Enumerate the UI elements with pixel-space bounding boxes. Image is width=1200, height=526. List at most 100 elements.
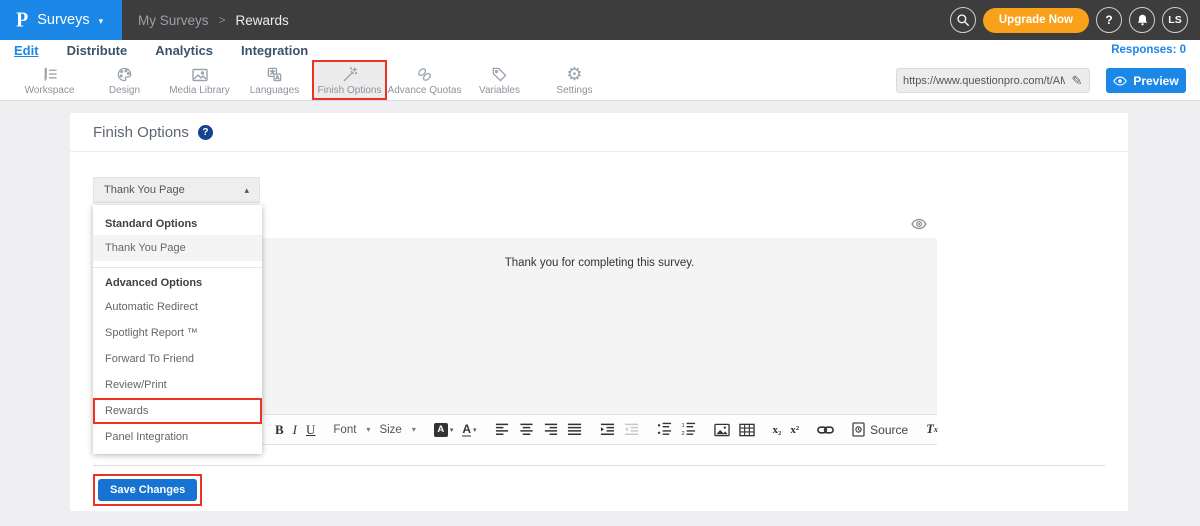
align-left-button[interactable] — [495, 422, 510, 437]
breadcrumb-separator-icon: > — [219, 13, 226, 27]
numbered-list-button[interactable]: 12 — [681, 422, 696, 437]
eye-icon — [1113, 76, 1127, 86]
ribbon-label: Languages — [250, 85, 300, 96]
help-button[interactable]: ? — [1096, 7, 1122, 33]
search-icon — [956, 13, 970, 27]
edit-url-pencil-icon[interactable]: ✎ — [1065, 73, 1089, 89]
ribbon-items: Workspace Design Media Library Languages — [12, 60, 612, 100]
text-color-button[interactable]: A▾ — [462, 423, 476, 437]
ribbon-item-advance-quotas[interactable]: Advance Quotas — [387, 60, 462, 100]
dropdown-item-automatic-redirect[interactable]: Automatic Redirect — [93, 294, 262, 320]
avatar[interactable]: LS — [1162, 7, 1188, 33]
superscript-button[interactable]: x² — [790, 424, 799, 436]
chevron-down-icon: ▾ — [412, 425, 416, 434]
svg-text:1: 1 — [681, 423, 684, 429]
insert-link-button[interactable] — [817, 424, 834, 436]
tab-integration[interactable]: Integration — [241, 43, 308, 58]
topbar-actions: Upgrade Now ? LS — [950, 0, 1188, 40]
responses-count: Responses: 0 — [1111, 44, 1186, 56]
ribbon-item-finish-options[interactable]: Finish Options — [312, 60, 387, 100]
finish-option-select[interactable]: Thank You Page ▴ — [93, 177, 260, 203]
bold-button[interactable]: B — [275, 422, 284, 438]
topbar: P Surveys ▾ My Surveys > Rewards Upgrade… — [0, 0, 1200, 40]
save-changes-button[interactable]: Save Changes — [98, 479, 197, 501]
chevron-down-icon: ▾ — [450, 426, 454, 434]
page-background: Finish Options ? Thank You Page ▴ Standa… — [0, 101, 1200, 526]
translate-icon — [266, 65, 283, 83]
ribbon-item-media-library[interactable]: Media Library — [162, 60, 237, 100]
chevron-down-icon: ▾ — [99, 16, 104, 27]
ribbon-item-workspace[interactable]: Workspace — [12, 60, 87, 100]
upgrade-now-button[interactable]: Upgrade Now — [983, 8, 1089, 33]
tab-edit[interactable]: Edit — [14, 43, 39, 58]
remove-format-x: x — [934, 425, 938, 434]
align-center-icon — [519, 422, 534, 437]
editor-content-area[interactable]: Thank you for completing this survey. — [262, 238, 937, 414]
dropdown-item-panel-integration[interactable]: Panel Integration — [93, 424, 262, 450]
tab-distribute[interactable]: Distribute — [67, 43, 128, 58]
ribbon-label: Workspace — [25, 85, 75, 96]
dropdown-item-thank-you-page[interactable]: Thank You Page — [93, 235, 262, 261]
finish-options-card: Finish Options ? Thank You Page ▴ Standa… — [70, 113, 1128, 511]
insert-image-button[interactable] — [714, 423, 730, 437]
gear-icon: ⚙ — [566, 65, 582, 83]
product-name: Surveys — [37, 12, 89, 28]
preview-button[interactable]: Preview — [1106, 68, 1186, 93]
background-color-button[interactable]: A▾ — [434, 423, 454, 437]
palette-icon — [116, 65, 133, 83]
finish-options-help-icon[interactable]: ? — [198, 125, 213, 140]
ribbon-item-languages[interactable]: Languages — [237, 60, 312, 100]
dropdown-item-review-print[interactable]: Review/Print — [93, 372, 262, 398]
ribbon-label: Finish Options — [318, 85, 382, 96]
font-size-dropdown[interactable]: Size ▾ — [379, 424, 415, 436]
underline-button[interactable]: U — [306, 422, 315, 438]
increase-indent-icon — [600, 422, 615, 437]
tab-analytics[interactable]: Analytics — [155, 43, 213, 58]
italic-button[interactable]: I — [293, 422, 297, 438]
breadcrumb-current: Rewards — [236, 13, 289, 28]
breadcrumb: My Surveys > Rewards — [138, 0, 289, 40]
dropdown-item-forward-to-friend[interactable]: Forward To Friend — [93, 346, 262, 372]
background-color-icon: A — [434, 423, 448, 437]
breadcrumb-my-surveys[interactable]: My Surveys — [138, 13, 209, 28]
notifications-button[interactable] — [1129, 7, 1155, 33]
select-value: Thank You Page — [104, 184, 185, 196]
increase-indent-button[interactable] — [600, 422, 615, 437]
font-family-dropdown[interactable]: Font▾ — [333, 424, 370, 436]
dropdown-item-rewards[interactable]: Rewards — [93, 398, 262, 424]
decrease-indent-button[interactable] — [624, 422, 639, 437]
card-header: Finish Options ? — [70, 113, 1128, 152]
ribbon-item-design[interactable]: Design — [87, 60, 162, 100]
size-label: Size — [379, 424, 401, 436]
subscript-button[interactable]: x₂ — [773, 424, 782, 436]
bullet-list-icon — [657, 422, 672, 437]
product-switcher[interactable]: P Surveys ▾ — [0, 0, 122, 40]
dropdown-item-spotlight-report[interactable]: Spotlight Report ™ — [93, 320, 262, 346]
workspace-list-icon — [41, 65, 58, 83]
ribbon-label: Media Library — [169, 85, 230, 96]
save-divider — [93, 465, 1105, 466]
align-center-button[interactable] — [519, 422, 534, 437]
ribbon-label: Advance Quotas — [388, 85, 462, 96]
remove-format-T: T — [926, 422, 934, 437]
remove-format-button[interactable]: Tx — [926, 422, 938, 437]
editor-preview-eye-icon[interactable] — [911, 217, 927, 231]
ribbon-label: Design — [109, 85, 140, 96]
editor-header — [262, 210, 937, 238]
justify-button[interactable] — [567, 422, 582, 437]
magic-wand-icon — [341, 65, 358, 83]
ribbon-label: Variables — [479, 85, 520, 96]
svg-text:2: 2 — [681, 431, 684, 437]
align-right-button[interactable] — [543, 422, 558, 437]
search-button[interactable] — [950, 7, 976, 33]
insert-table-button[interactable] — [739, 423, 755, 437]
justify-icon — [567, 422, 582, 437]
source-button[interactable]: Source — [852, 422, 908, 437]
survey-url-field[interactable]: https://www.questionpro.com/t/AMkGQ ✎ — [896, 68, 1090, 93]
bullet-list-button[interactable] — [657, 422, 672, 437]
page-title: Finish Options — [93, 124, 189, 141]
ribbon-item-settings[interactable]: ⚙ Settings — [537, 60, 612, 100]
dropdown-group-header: Standard Options — [93, 209, 262, 235]
chevron-down-icon: ▾ — [366, 425, 370, 434]
ribbon-item-variables[interactable]: Variables — [462, 60, 537, 100]
